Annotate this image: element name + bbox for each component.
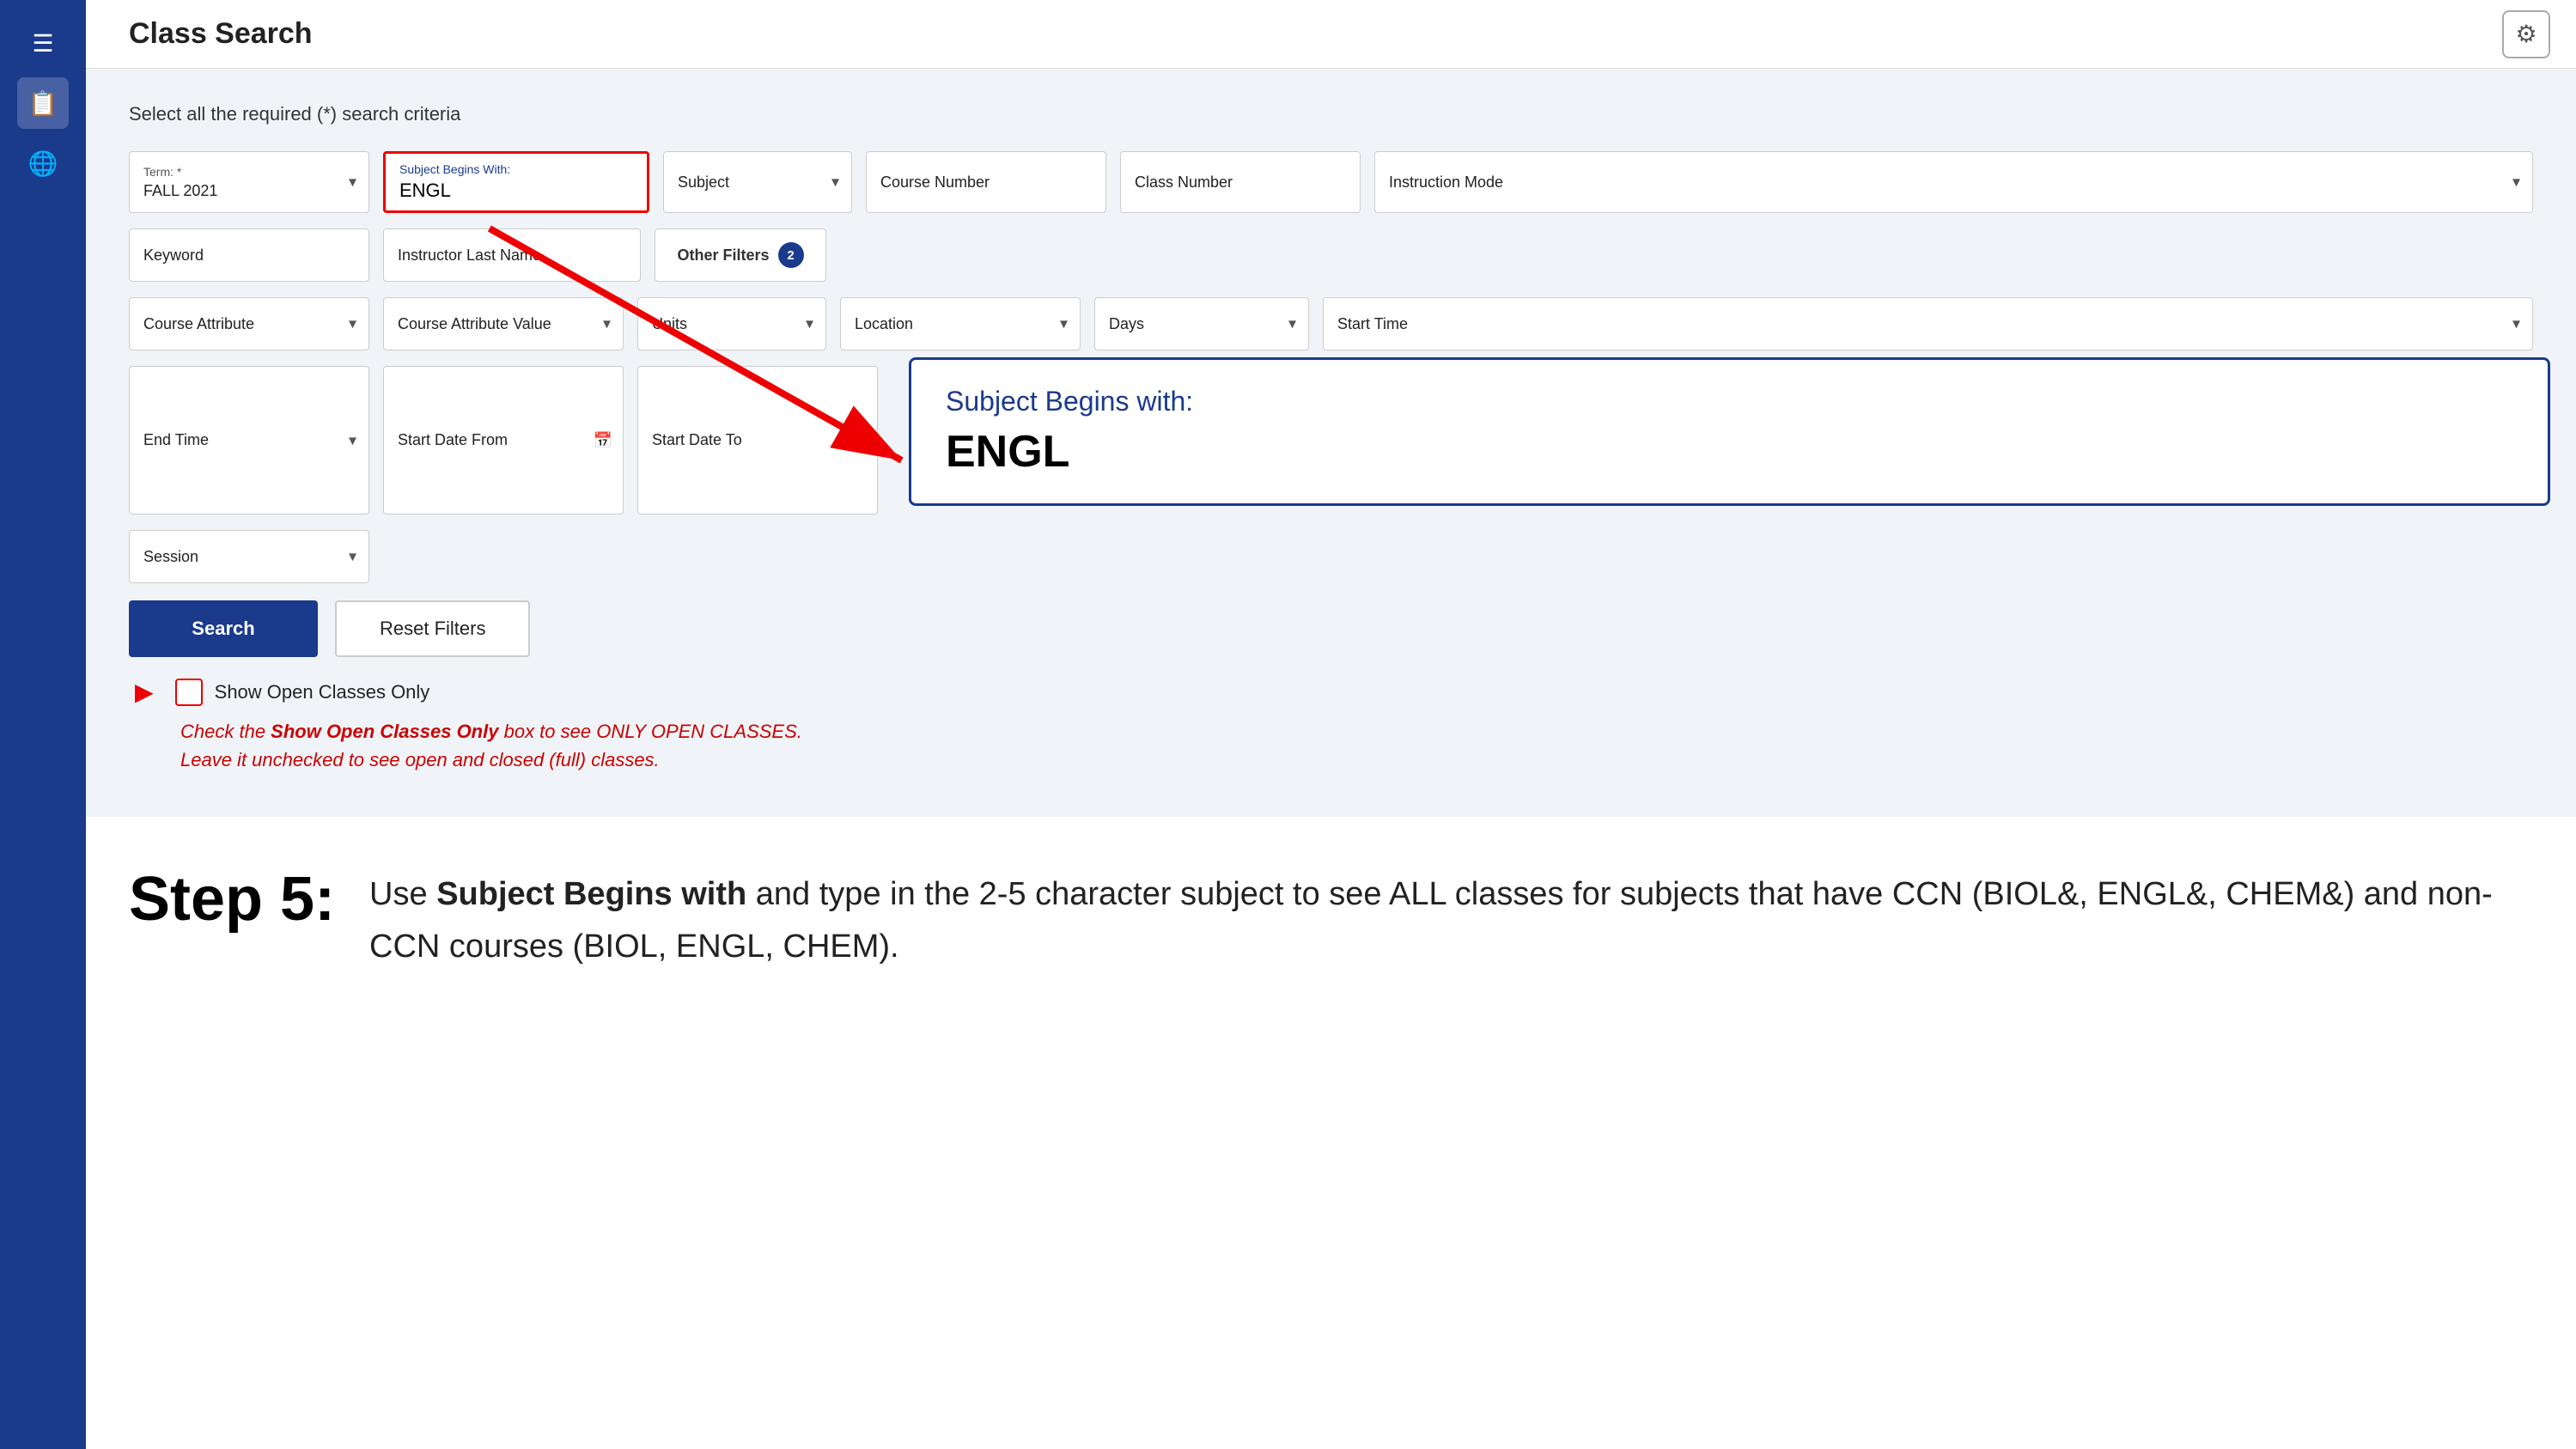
annotation-line1: Check the Show Open Classes Only box to … <box>180 717 2533 746</box>
other-filters-field[interactable]: Other Filters 2 <box>655 228 826 282</box>
popup-title: Subject Begins with: <box>946 386 2513 417</box>
class-number-label: Class Number <box>1135 174 1346 192</box>
main-layout: Class Search ⚙ Select all the required (… <box>86 0 2576 1025</box>
section-label: Select all the required (*) search crite… <box>129 103 2533 125</box>
end-time-label: End Time <box>143 431 355 449</box>
instruction-mode-label: Instruction Mode <box>1389 174 2518 192</box>
show-open-label: Show Open Classes Only <box>215 681 430 703</box>
instructor-field[interactable]: Instructor Last Name <box>383 228 641 282</box>
page-title: Class Search <box>129 17 313 51</box>
step-desc-part1: Use <box>369 876 436 912</box>
start-time-field[interactable]: Start Time <box>1323 297 2533 350</box>
search-button[interactable]: Search <box>129 600 318 657</box>
subject-dropdown-field[interactable]: Subject <box>663 151 852 213</box>
subject-begins-label: Subject Begins With: <box>399 162 633 176</box>
units-field[interactable]: Units <box>637 297 826 350</box>
checkbox-arrow-icon: ► <box>129 674 160 710</box>
keyword-label: Keyword <box>143 247 355 265</box>
calendar-icon-to: 📅 <box>848 431 867 449</box>
days-field[interactable]: Days <box>1094 297 1309 350</box>
sidebar: ☰ 📋 🌐 <box>0 0 86 1449</box>
show-open-checkbox[interactable] <box>175 679 203 706</box>
calendar-icon-from: 📅 <box>594 431 612 449</box>
form-row-5: Session <box>129 530 2533 583</box>
instruction-mode-field[interactable]: Instruction Mode <box>1374 151 2533 213</box>
units-label: Units <box>652 315 812 333</box>
subject-begins-input[interactable] <box>399 180 633 202</box>
globe-icon[interactable]: 🌐 <box>17 137 69 189</box>
form-wrapper: Term: * FALL 2021 Subject Begins With: S… <box>129 151 2533 583</box>
step-label: Step 5: <box>129 868 335 930</box>
course-attr-label: Course Attribute <box>143 315 355 333</box>
location-field[interactable]: Location <box>840 297 1081 350</box>
step-description: Use Subject Begins with and type in the … <box>369 868 2533 973</box>
end-time-field[interactable]: End Time <box>129 366 369 514</box>
reset-button[interactable]: Reset Filters <box>335 600 530 657</box>
course-attr-val-label: Course Attribute Value <box>398 315 609 333</box>
hamburger-icon[interactable]: ☰ <box>17 17 69 69</box>
annotation-line1-suffix: box to see ONLY OPEN CLASSES. <box>498 721 801 742</box>
popup-box: Subject Begins with: ENGL <box>909 357 2550 506</box>
subject-dropdown-label: Subject <box>678 174 837 192</box>
start-date-from-label: Start Date From <box>398 431 609 449</box>
keyword-field[interactable]: Keyword <box>129 228 369 282</box>
start-date-from-field[interactable]: Start Date From 📅 <box>383 366 624 514</box>
buttons-row: Search Reset Filters <box>129 600 2533 657</box>
subject-begins-field[interactable]: Subject Begins With: <box>383 151 649 213</box>
course-attr-value-field[interactable]: Course Attribute Value <box>383 297 624 350</box>
step-desc-bold: Subject Begins with <box>436 876 746 912</box>
location-label: Location <box>855 315 1066 333</box>
form-row-2: Keyword Instructor Last Name Other Filte… <box>129 228 2533 282</box>
course-attr-field[interactable]: Course Attribute <box>129 297 369 350</box>
term-field[interactable]: Term: * FALL 2021 <box>129 151 369 213</box>
search-form: Term: * FALL 2021 Subject Begins With: S… <box>129 151 2533 583</box>
top-bar: Class Search ⚙ <box>86 0 2576 69</box>
form-row-3: Course Attribute Course Attribute Value … <box>129 297 2533 350</box>
other-filters-label: Other Filters <box>677 247 769 265</box>
start-date-to-field[interactable]: Start Date To 📅 <box>637 366 878 514</box>
term-label: Term: * <box>143 165 355 179</box>
annotation-line1-prefix: Check the <box>180 721 271 742</box>
start-date-to-label: Start Date To <box>652 431 863 449</box>
class-number-field[interactable]: Class Number <box>1120 151 1361 213</box>
course-number-field[interactable]: Course Number <box>866 151 1106 213</box>
gear-button[interactable]: ⚙ <box>2502 10 2550 58</box>
other-filters-badge: 2 <box>778 242 804 268</box>
course-number-label: Course Number <box>880 174 1092 192</box>
content-area: Select all the required (*) search crite… <box>86 69 2576 817</box>
term-value: FALL 2021 <box>143 182 355 200</box>
annotation-block: Check the Show Open Classes Only box to … <box>172 717 2533 774</box>
popup-value: ENGL <box>946 426 2513 478</box>
annotation-line2: Leave it unchecked to see open and close… <box>180 746 2533 774</box>
list-icon[interactable]: 📋 <box>17 77 69 129</box>
open-classes-row: ► Show Open Classes Only <box>129 674 2533 710</box>
days-label: Days <box>1109 315 1294 333</box>
instructor-label: Instructor Last Name <box>398 247 626 265</box>
start-time-label: Start Time <box>1337 315 2518 333</box>
form-row-4: End Time Start Date From 📅 Start Date To… <box>129 366 2533 514</box>
session-label: Session <box>143 548 355 566</box>
session-field[interactable]: Session <box>129 530 369 583</box>
bottom-area: Step 5: Use Subject Begins with and type… <box>86 817 2576 1025</box>
form-row-1: Term: * FALL 2021 Subject Begins With: S… <box>129 151 2533 213</box>
gear-icon: ⚙ <box>2515 20 2536 48</box>
annotation-line1-bold: Show Open Classes Only <box>271 721 498 742</box>
